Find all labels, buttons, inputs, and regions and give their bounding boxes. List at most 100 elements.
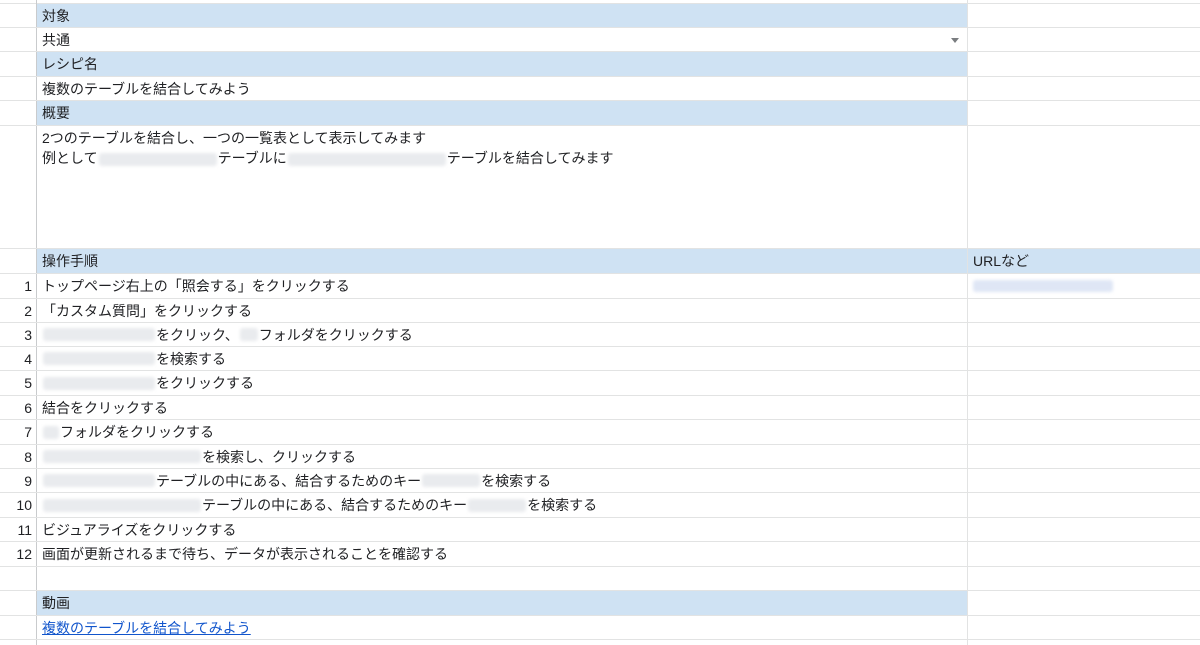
step-row: 7 フォルダをクリックする	[0, 420, 1200, 445]
recipe-name-header-row: レシピ名	[0, 52, 1200, 77]
row-number-cell	[0, 52, 37, 76]
step-text: を検索し、クリックする	[202, 448, 356, 465]
step-row: 9 テーブルの中にある、結合するためのキー を検索する	[0, 469, 1200, 493]
recipe-name-value-cell[interactable]: 複数のテーブルを結合してみよう	[37, 77, 968, 100]
target-header-label: 対象	[42, 7, 70, 24]
redacted-text	[98, 152, 217, 166]
empty-cell[interactable]	[968, 77, 1200, 100]
step-text-cell[interactable]: テーブルの中にある、結合するためのキー を検索する	[37, 469, 968, 492]
recipe-name-value-row: 複数のテーブルを結合してみよう	[0, 77, 1200, 101]
row-number: 11	[0, 518, 37, 541]
recipe-name-value: 複数のテーブルを結合してみよう	[42, 80, 251, 97]
blank-row	[0, 567, 1200, 591]
row-number: 2	[0, 299, 37, 322]
video-link[interactable]: 複数のテーブルを結合してみよう	[42, 618, 251, 638]
row-number-cell	[0, 249, 37, 273]
row-number-cell	[0, 567, 37, 590]
step-text-cell[interactable]: 結合をクリックする	[37, 396, 968, 419]
step-text: テーブルの中にある、結合するためのキー	[202, 497, 468, 513]
row-number-cell	[0, 101, 37, 125]
redacted-text	[43, 376, 155, 390]
row-number: 8	[0, 445, 37, 468]
redacted-link[interactable]	[973, 280, 1113, 292]
step-text-cell[interactable]: をクリックする	[37, 371, 968, 395]
recipe-name-header-cell[interactable]: レシピ名	[37, 52, 968, 76]
chevron-down-icon[interactable]	[951, 37, 959, 43]
step-text-cell[interactable]: テーブルの中にある、結合するためのキー を検索する	[37, 493, 968, 517]
summary-line-2-middle: テーブルに	[217, 150, 287, 166]
empty-cell[interactable]	[968, 4, 1200, 27]
row-number-cell	[0, 77, 37, 100]
url-cell[interactable]	[968, 299, 1200, 322]
empty-cell[interactable]	[968, 101, 1200, 125]
summary-body-cell[interactable]: 2つのテーブルを結合し、一つの一覧表として表示してみます 例として テーブルに テー…	[37, 126, 968, 248]
url-cell[interactable]	[968, 347, 1200, 370]
url-header-cell[interactable]: URLなど	[968, 249, 1200, 273]
video-header-row: 動画	[0, 591, 1200, 616]
url-cell[interactable]	[968, 518, 1200, 541]
url-cell[interactable]	[968, 396, 1200, 419]
row-number: 6	[0, 396, 37, 419]
redacted-text	[239, 328, 258, 341]
partial-row	[0, 640, 1200, 645]
step-row: 12 画面が更新されるまで待ち、データが表示されることを確認する	[0, 542, 1200, 567]
step-text-cell[interactable]: をクリック、 フォルダをクリックする	[37, 323, 968, 346]
empty-cell[interactable]	[37, 567, 968, 590]
steps-header-cell[interactable]: 操作手順	[37, 249, 968, 273]
url-cell[interactable]	[968, 323, 1200, 346]
url-header-label: URLなど	[973, 253, 1030, 269]
video-link-row: 複数のテーブルを結合してみよう	[0, 616, 1200, 640]
row-number-cell	[0, 28, 37, 51]
summary-line-1: 2つのテーブルを結合し、一つの一覧表として表示してみます	[42, 130, 427, 146]
target-header-cell[interactable]: 対象	[37, 4, 968, 27]
url-cell[interactable]	[968, 445, 1200, 468]
redacted-text	[43, 498, 201, 512]
target-value: 共通	[42, 31, 70, 48]
summary-header-cell[interactable]: 概要	[37, 101, 968, 125]
step-text-cell[interactable]: を検索する	[37, 347, 968, 370]
summary-line-2-prefix: 例として	[42, 150, 98, 166]
empty-cell[interactable]	[968, 28, 1200, 51]
url-cell[interactable]	[968, 274, 1200, 298]
summary-body-row: 2つのテーブルを結合し、一つの一覧表として表示してみます 例として テーブルに テー…	[0, 126, 1200, 249]
row-number-cell	[0, 591, 37, 615]
step-row: 11 ビジュアライズをクリックする	[0, 518, 1200, 542]
url-cell[interactable]	[968, 493, 1200, 517]
row-number-cell	[0, 126, 37, 248]
row-number-cell	[0, 640, 37, 645]
empty-cell[interactable]	[968, 126, 1200, 248]
step-text-cell[interactable]: ビジュアライズをクリックする	[37, 518, 968, 541]
step-text: フォルダをクリックする	[258, 326, 413, 343]
step-text-cell[interactable]: フォルダをクリックする	[37, 420, 968, 444]
empty-cell[interactable]	[968, 591, 1200, 615]
video-header-cell[interactable]: 動画	[37, 591, 968, 615]
step-text-cell[interactable]: 画面が更新されるまで待ち、データが表示されることを確認する	[37, 542, 968, 566]
empty-cell[interactable]	[968, 567, 1200, 590]
row-number-cell	[0, 4, 37, 27]
recipe-name-header-label: レシピ名	[42, 56, 98, 72]
step-text-cell[interactable]: を検索し、クリックする	[37, 445, 968, 468]
row-number-cell	[0, 616, 37, 639]
row-number: 12	[0, 542, 37, 566]
step-text: テーブルの中にある、結合するためのキー	[156, 472, 422, 489]
video-header-label: 動画	[42, 595, 70, 611]
summary-header-label: 概要	[42, 105, 70, 121]
video-link-cell[interactable]: 複数のテーブルを結合してみよう	[37, 616, 968, 639]
step-text: をクリック、	[156, 326, 239, 343]
url-cell[interactable]	[968, 371, 1200, 395]
step-row: 1 トップページ右上の「照会する」をクリックする	[0, 274, 1200, 299]
step-text-cell[interactable]: 「カスタム質問」をクリックする	[37, 299, 968, 322]
url-cell[interactable]	[968, 469, 1200, 492]
target-dropdown-cell[interactable]: 共通	[37, 28, 968, 51]
step-text-cell[interactable]: トップページ右上の「照会する」をクリックする	[37, 274, 968, 298]
step-text: を検索する	[481, 472, 552, 489]
empty-cell[interactable]	[968, 616, 1200, 639]
step-text: を検索する	[156, 350, 226, 367]
step-row: 10 テーブルの中にある、結合するためのキー を検索する	[0, 493, 1200, 518]
target-header-row: 対象	[0, 4, 1200, 28]
row-number: 9	[0, 469, 37, 492]
url-cell[interactable]	[968, 542, 1200, 566]
empty-cell[interactable]	[968, 52, 1200, 76]
url-cell[interactable]	[968, 420, 1200, 444]
summary-line-2: 例として テーブルに テーブルを結合してみます	[42, 148, 614, 168]
